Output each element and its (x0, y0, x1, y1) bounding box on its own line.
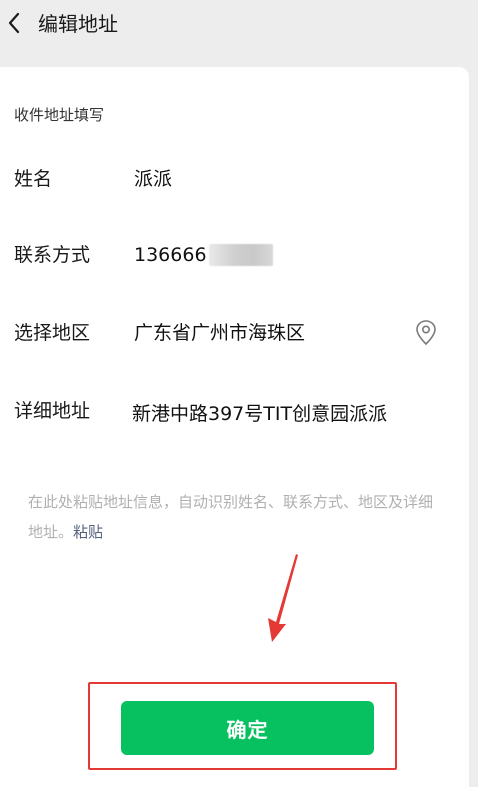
region-field[interactable]: 广东省广州市海珠区 (134, 320, 305, 346)
phone-value: 136666 (134, 244, 207, 266)
region-label: 选择地区 (14, 322, 91, 344)
phone-redaction-blur (208, 244, 273, 266)
back-button[interactable] (0, 5, 28, 41)
address-form-card (0, 67, 469, 787)
phone-field[interactable]: 136666 (134, 242, 273, 268)
page-title: 编辑地址 (38, 12, 118, 36)
address-field[interactable]: 新港中路397号TIT创意园派派 (132, 401, 387, 427)
top-bar: 编辑地址 (0, 0, 478, 50)
chevron-left-icon (8, 12, 20, 34)
phone-label: 联系方式 (14, 244, 91, 266)
confirm-button[interactable]: 确定 (121, 701, 374, 755)
section-title: 收件地址填写 (14, 106, 105, 124)
address-label: 详细地址 (14, 400, 91, 422)
name-field[interactable]: 派派 (134, 166, 172, 192)
name-label: 姓名 (14, 168, 53, 190)
location-pin-icon[interactable] (414, 319, 438, 347)
paste-link[interactable]: 粘贴 (73, 523, 103, 541)
annotation-arrow (268, 554, 298, 642)
paste-hint: 在此处粘贴地址信息，自动识别姓名、联系方式、地区及详细地址。粘贴 (28, 487, 438, 547)
